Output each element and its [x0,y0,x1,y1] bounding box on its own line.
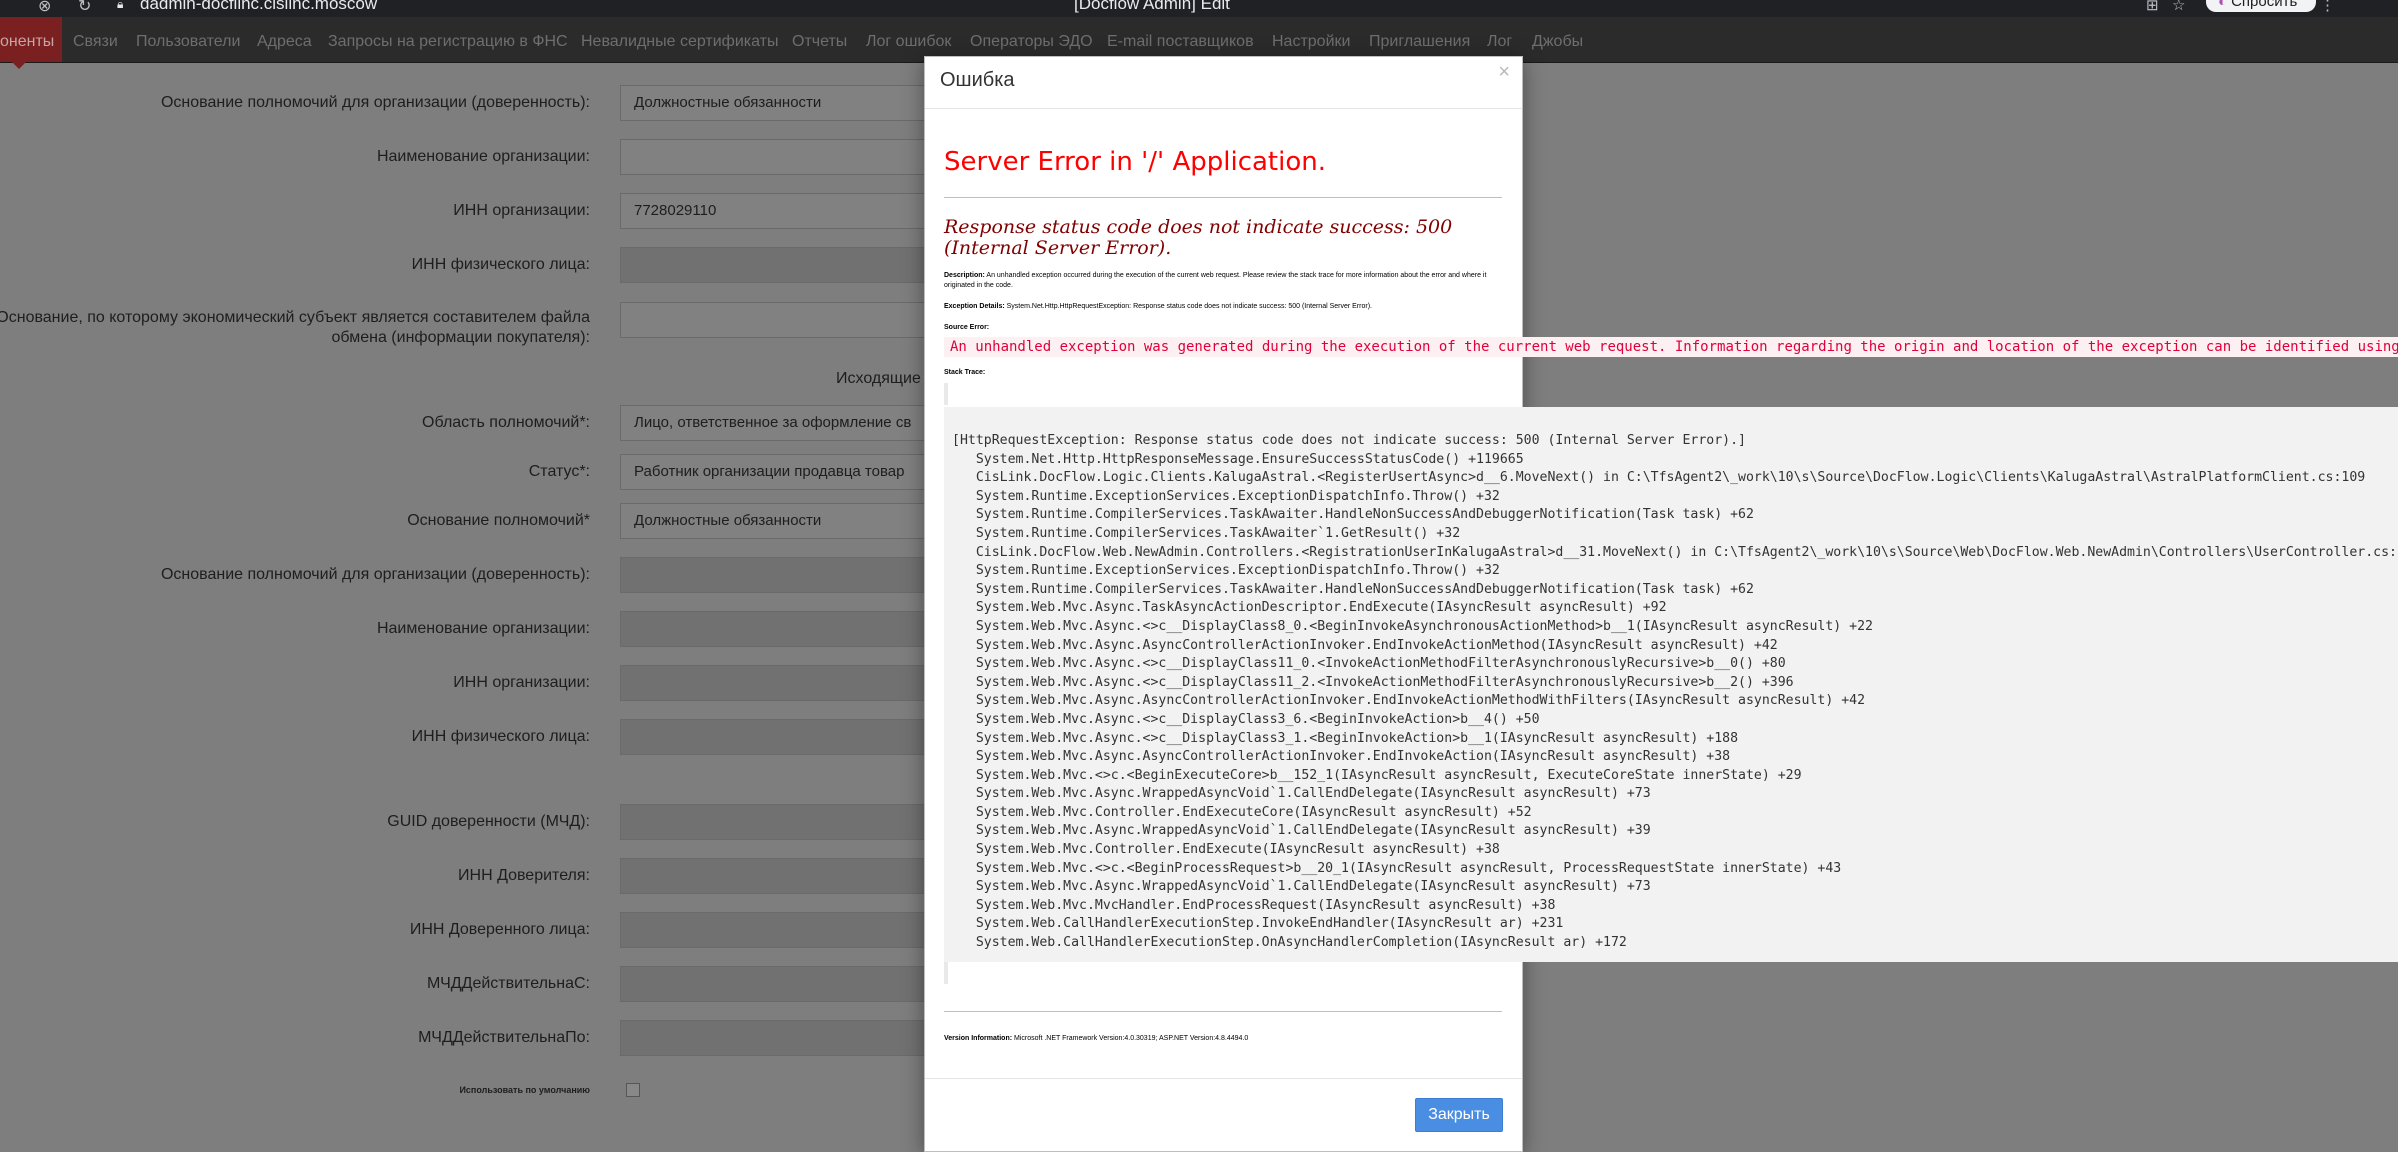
field-label: Основание полномочий для организации (до… [160,94,590,111]
exception-details: Exception Details: System.Net.Http.HttpR… [944,302,1504,312]
forward-icon[interactable]: ⊗ [38,0,51,16]
version-label: Version Information: [944,1035,1013,1042]
description-text: An unhandled exception occurred during t… [944,272,1487,289]
mchd-valid-to-input[interactable] [620,1020,932,1056]
nav-item-invalid-certs[interactable]: Невалидные сертификаты [581,17,779,62]
nav-item-users[interactable]: Пользователи [136,17,240,62]
nav-item-jobs[interactable]: Джобы [1532,17,1583,62]
field-label: ИНН физического лица: [411,256,590,273]
stack-trace-lead [944,383,948,405]
error-modal: Ошибка × Server Error in '/' Application… [924,56,2398,1152]
mchd-guid-input[interactable] [620,804,932,840]
extension-icon[interactable]: ⊞ [2146,0,2159,14]
org-authority-input[interactable] [620,557,932,593]
stack-trace-box: [HttpRequestException: Response status c… [944,407,2398,962]
authority-basis-input[interactable]: Должностные обязанности [620,503,932,539]
source-error-label: Source Error: [944,323,1504,333]
mchd-valid-from-input[interactable] [620,966,932,1002]
field-label: Основание полномочий для организации (до… [160,566,590,583]
source-label: Source Error: [944,324,990,331]
version-text: Microsoft .NET Framework Version:4.0.303… [1012,1035,1249,1042]
field-label: ИНН физического лица: [411,728,590,745]
source-error-box: An unhandled exception was generated dur… [944,337,2398,357]
modal-footer-divider [925,1078,1522,1079]
stack-trace-text: [HttpRequestException: Response status c… [952,433,2398,951]
section-title: Исходящие [836,370,921,387]
org-inn-input-2[interactable] [620,665,932,701]
error-rule [944,197,1502,198]
trustee-inn-input[interactable] [620,912,932,948]
description-label: Description: [944,272,985,279]
field-label: ИНН организации: [453,674,590,691]
nav-item-reports[interactable]: Отчеты [792,17,847,62]
error-heading: Server Error in '/' Application. [944,147,1326,177]
menu-kebab-icon[interactable]: ⋮ [2320,0,2335,14]
field-label: ИНН организации: [453,202,590,219]
field-label: Наименование организации: [376,620,590,637]
field-label: МЧДДействительнаПо: [418,1029,590,1046]
nav-item-links[interactable]: Связи [73,17,118,62]
org-inn-input[interactable]: 7728029110 [620,193,932,229]
browser-toolbar: ⊗ ↻ 🔒︎ dadmin-docflinc.cislinc.moscow [D… [0,0,2398,17]
use-default-label: Использовать по умолчанию [459,1085,590,1095]
error-rule-bottom [944,1011,1502,1012]
principal-inn-input[interactable] [620,858,932,894]
ask-button[interactable]: ◐ Спросить [2206,0,2316,12]
ask-button-label: Спросить [2231,0,2298,10]
field-label: Статус*: [528,463,590,480]
close-icon[interactable]: × [1498,61,1510,84]
assistant-icon: ◐ [2218,0,2228,10]
stack-trace-tail [944,962,948,984]
version-information: Version Information: Microsoft .NET Fram… [944,1034,1504,1044]
nav-item-components[interactable]: оненты [0,17,63,69]
status-select[interactable]: Работник организации продавца товар [620,454,932,490]
stack-label: Stack Trace: [944,369,986,376]
nav-item-addresses[interactable]: Адреса [257,17,312,62]
use-default-checkbox[interactable] [626,1083,640,1097]
field-label: Основание, по которому экономический суб… [0,309,590,346]
address-bar[interactable]: dadmin-docflinc.cislinc.moscow [140,0,377,14]
modal-header-divider [925,108,1522,109]
top-authority-input[interactable]: Должностные обязанности [620,85,932,121]
field-label: ИНН Доверенного лица: [409,921,590,938]
field-label: ИНН Доверителя: [458,867,590,884]
person-inn-input-2[interactable] [620,719,932,755]
page-tab-title: [Docflow Admin] Edit [1074,0,1230,13]
person-inn-input[interactable] [620,247,932,283]
error-description: Description: An unhandled exception occu… [944,271,1504,291]
field-label: GUID доверенности (МЧД): [387,813,590,830]
authority-scope-select[interactable]: Лицо, ответственное за оформление св [620,405,932,441]
field-label: МЧДДействительнаС: [426,975,590,992]
exception-label: Exception Details: [944,303,1005,310]
basis-input[interactable] [620,302,932,338]
nav-item-fns-requests[interactable]: Запросы на регистрацию в ФНС [328,17,568,62]
close-button[interactable]: Закрыть [1415,1098,1503,1132]
stack-trace-label: Stack Trace: [944,368,1504,378]
field-label: Наименование организации: [376,148,590,165]
error-message: Response status code does not indicate s… [944,216,1453,259]
reload-icon[interactable]: ↻ [78,0,91,16]
lock-icon[interactable]: 🔒︎ [117,0,123,12]
field-label: Основание полномочий* [407,512,590,529]
org-name-input-2[interactable] [620,611,932,647]
field-label: Область полномочий*: [422,414,590,431]
modal-title: Ошибка [940,69,1015,91]
bookmark-star-icon[interactable]: ☆ [2172,0,2185,14]
exception-text: System.Net.Http.HttpRequestException: Re… [1004,303,1372,310]
org-name-input[interactable] [620,139,932,175]
